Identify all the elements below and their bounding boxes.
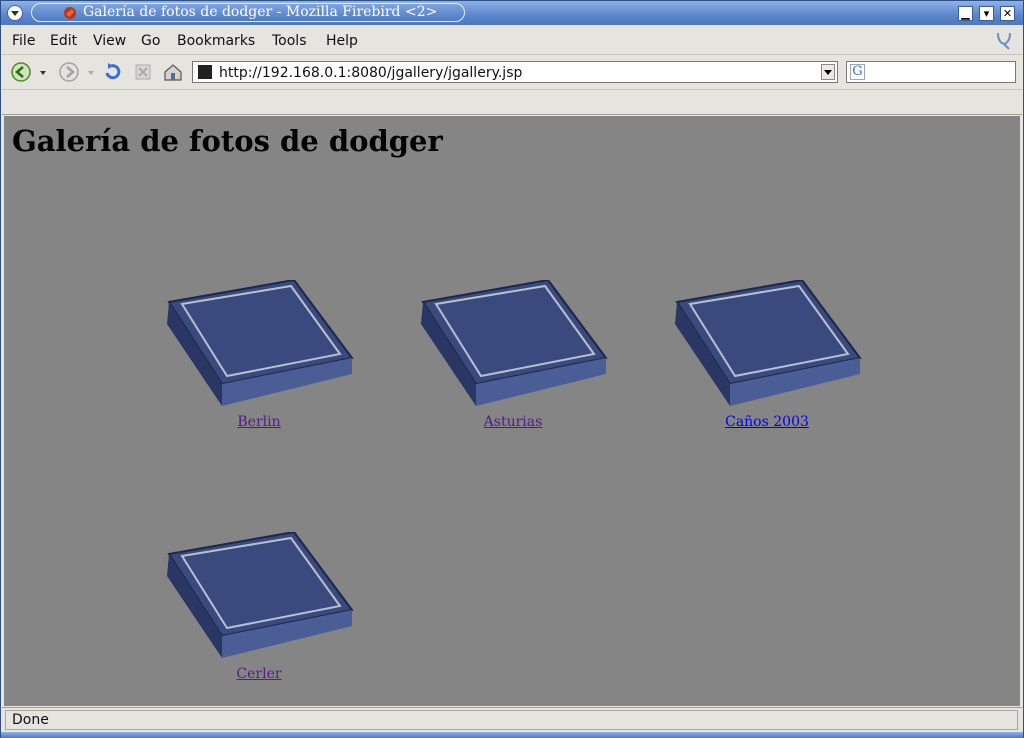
- navigation-toolbar: http://192.168.0.1:8080/jgallery/jgaller…: [2, 55, 1022, 90]
- album-canos-2003[interactable]: Caños 2003: [667, 280, 867, 430]
- album-cerler[interactable]: Cerler: [159, 532, 359, 682]
- reload-icon[interactable]: [102, 61, 124, 83]
- url-bar[interactable]: http://192.168.0.1:8080/jgallery/jgaller…: [192, 61, 838, 83]
- menu-bar: File Edit View Go Bookmarks Tools Help: [2, 26, 1022, 55]
- forward-icon[interactable]: [58, 61, 80, 83]
- search-input[interactable]: G: [846, 61, 1016, 83]
- window-title: Galería de fotos de dodger - Mozilla Fir…: [83, 4, 438, 20]
- menu-tools[interactable]: Tools: [272, 33, 307, 49]
- stop-icon[interactable]: [132, 61, 154, 83]
- maximize-icon[interactable]: ▾: [979, 6, 994, 21]
- url-text[interactable]: http://192.168.0.1:8080/jgallery/jgaller…: [219, 65, 522, 81]
- status-bar: Done: [2, 707, 1022, 732]
- page-content: Galería de fotos de dodger Berlin Asturi…: [4, 116, 1020, 706]
- site-favicon-icon: [198, 65, 212, 79]
- photo-album-icon[interactable]: [418, 280, 608, 410]
- close-icon[interactable]: ✕: [1000, 6, 1015, 21]
- photo-album-icon[interactable]: [672, 280, 862, 410]
- throbber-icon: [997, 32, 1011, 50]
- page-heading: Galería de fotos de dodger: [12, 124, 443, 158]
- menu-bookmarks[interactable]: Bookmarks: [177, 33, 255, 49]
- photo-album-icon[interactable]: [164, 532, 354, 662]
- home-icon[interactable]: [162, 61, 184, 83]
- google-search-icon[interactable]: G: [850, 64, 865, 80]
- photo-album-icon[interactable]: [164, 280, 354, 410]
- personal-toolbar: [2, 90, 1022, 115]
- status-panel: Done: [5, 710, 1018, 730]
- album-link-canos-2003[interactable]: Caños 2003: [725, 414, 809, 430]
- window-bottom-edge: [1, 732, 1023, 738]
- window-menu-icon[interactable]: [7, 5, 23, 21]
- back-icon[interactable]: [10, 61, 32, 83]
- album-asturias[interactable]: Asturias: [413, 280, 613, 430]
- back-dropdown-icon[interactable]: [38, 61, 48, 83]
- menu-help[interactable]: Help: [326, 33, 358, 49]
- url-history-dropdown-icon[interactable]: [821, 64, 835, 80]
- album-link-berlin[interactable]: Berlin: [237, 414, 280, 430]
- album-link-cerler[interactable]: Cerler: [236, 666, 281, 682]
- menu-go[interactable]: Go: [141, 33, 160, 49]
- album-berlin[interactable]: Berlin: [159, 280, 359, 430]
- status-text: Done: [12, 712, 49, 728]
- browser-window: Galería de fotos de dodger - Mozilla Fir…: [0, 0, 1024, 738]
- menu-view[interactable]: View: [93, 33, 126, 49]
- firebird-icon: [64, 7, 76, 19]
- menu-file[interactable]: File: [12, 33, 35, 49]
- forward-dropdown-icon[interactable]: [86, 61, 96, 83]
- minimize-icon[interactable]: ▁: [958, 6, 973, 21]
- album-link-asturias[interactable]: Asturias: [484, 414, 543, 430]
- menu-edit[interactable]: Edit: [50, 33, 77, 49]
- title-bar[interactable]: Galería de fotos de dodger - Mozilla Fir…: [1, 1, 1023, 25]
